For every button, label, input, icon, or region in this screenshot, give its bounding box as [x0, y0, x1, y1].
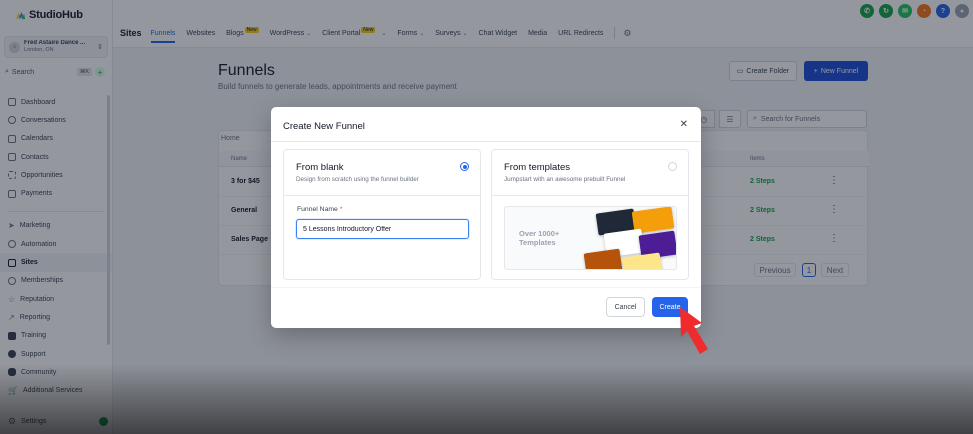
template-thumbnail: [583, 248, 623, 269]
option-header: From templates Jumpstart with an awesome…: [492, 150, 688, 196]
create-funnel-modal: Create New Funnel ✕ From blank Design fr…: [271, 107, 701, 328]
templates-preview-text: Over 1000+ Templates: [519, 229, 560, 247]
option-title: From blank: [296, 162, 344, 173]
from-templates-option[interactable]: From templates Jumpstart with an awesome…: [491, 149, 689, 280]
modal-divider: [271, 141, 701, 142]
modal-title: Create New Funnel: [283, 121, 365, 132]
option-title: From templates: [504, 162, 570, 173]
option-description: Design from scratch using the funnel bui…: [296, 176, 419, 183]
funnel-name-label: Funnel Name *: [297, 206, 342, 213]
cancel-button[interactable]: Cancel: [606, 297, 645, 317]
template-thumbnail: [621, 252, 663, 269]
modal-footer-divider: [271, 287, 701, 288]
templates-preview: Over 1000+ Templates: [504, 206, 677, 270]
from-templates-radio[interactable]: [668, 162, 677, 171]
label-text: Funnel Name: [297, 206, 338, 213]
from-blank-option[interactable]: From blank Design from scratch using the…: [283, 149, 481, 280]
required-marker: *: [339, 206, 343, 213]
close-icon[interactable]: ✕: [680, 119, 688, 130]
option-header: From blank Design from scratch using the…: [284, 150, 480, 196]
funnel-name-input[interactable]: [296, 219, 469, 239]
arrow-annotation-icon: [680, 307, 708, 354]
from-blank-radio[interactable]: [460, 162, 469, 171]
option-description: Jumpstart with an awesome prebuilt Funne…: [504, 176, 626, 183]
